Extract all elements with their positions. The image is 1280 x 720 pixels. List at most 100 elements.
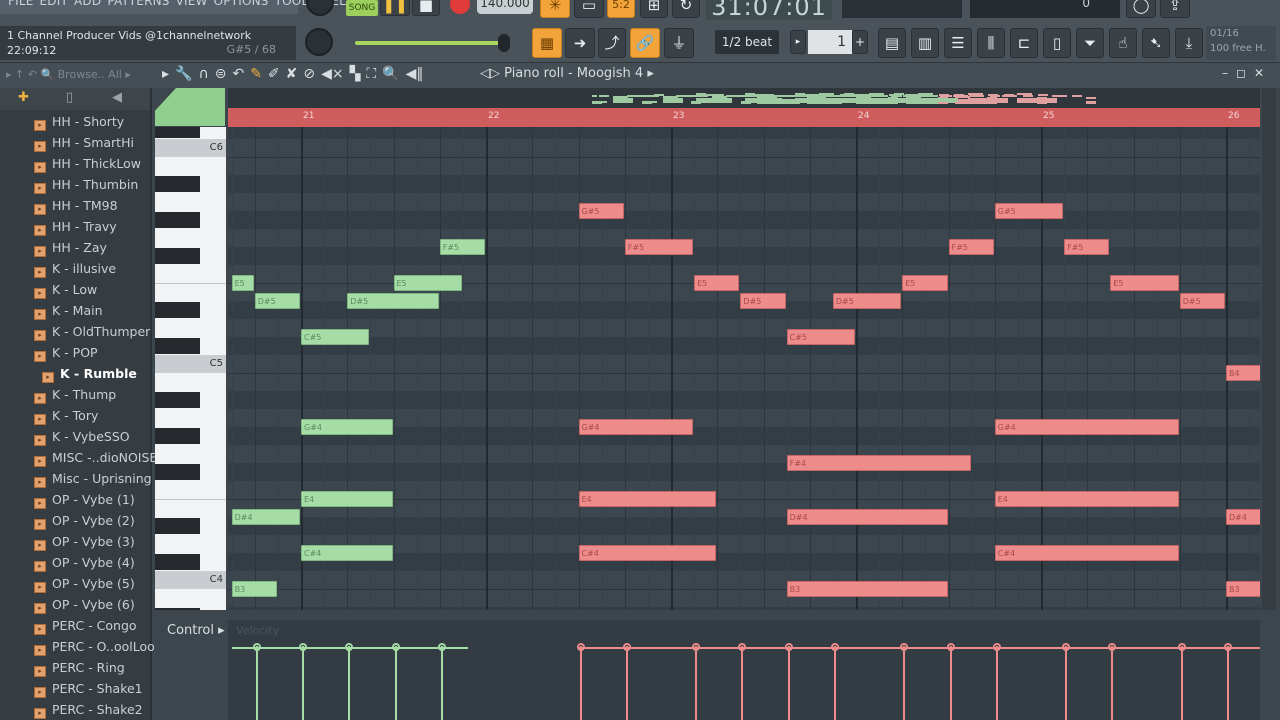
piano-roll-corner[interactable] bbox=[155, 88, 225, 126]
slice-icon[interactable]: ◀× bbox=[321, 66, 344, 82]
velocity-stem[interactable] bbox=[949, 646, 952, 720]
browser-item[interactable]: ▸ K - Main bbox=[34, 300, 103, 321]
menu-arrow-icon[interactable]: ▸ bbox=[162, 66, 169, 82]
touch-icon[interactable]: ☝ bbox=[1109, 28, 1137, 58]
note[interactable]: D#4 bbox=[231, 509, 300, 525]
browser-item[interactable]: ▸ K - illusive bbox=[34, 258, 116, 279]
black-key[interactable] bbox=[155, 338, 200, 354]
undo-icon[interactable]: ↶ bbox=[232, 66, 244, 82]
timeline-ruler[interactable]: 21 22 23 24 25 26 bbox=[228, 108, 1260, 127]
note[interactable]: C#5 bbox=[786, 329, 855, 345]
note[interactable]: C#4 bbox=[578, 545, 717, 561]
browser-item[interactable]: ▸ PERC - Congo bbox=[34, 615, 137, 636]
note[interactable]: E5 bbox=[1110, 275, 1179, 291]
browser-item[interactable]: ▸ OP - Vybe (4) bbox=[34, 552, 135, 573]
velocity-stem[interactable] bbox=[394, 646, 397, 720]
piano-roll-mode-icon[interactable]: ▦ bbox=[532, 28, 562, 58]
menu-edit[interactable]: EDIT bbox=[40, 0, 69, 8]
browser-item[interactable]: ▸ PERC - Ring bbox=[34, 657, 125, 678]
paint-icon[interactable]: ✐ bbox=[268, 66, 280, 82]
note[interactable]: E5 bbox=[694, 275, 740, 291]
velocity-stem[interactable] bbox=[625, 646, 628, 720]
velocity-stem[interactable] bbox=[255, 646, 258, 720]
zoom-region-icon[interactable]: ⛶ bbox=[366, 66, 376, 82]
black-key[interactable] bbox=[155, 464, 200, 480]
wait-input-icon[interactable]: ▭ bbox=[574, 0, 604, 18]
c-key[interactable]: C6 bbox=[155, 139, 226, 157]
browser-item[interactable]: ▸ OP - Vybe (3) bbox=[34, 531, 135, 552]
project-icon[interactable]: ▯ bbox=[1043, 28, 1071, 58]
menu-options[interactable]: OPTIONS bbox=[214, 0, 269, 8]
vertical-scrollbar[interactable] bbox=[1262, 88, 1276, 610]
browser-item[interactable]: ▸ K - Low bbox=[34, 279, 97, 300]
note[interactable]: F#4 bbox=[786, 455, 971, 471]
note[interactable]: F#5 bbox=[1064, 239, 1110, 255]
pattern-step-display[interactable]: 5:2 bbox=[607, 0, 635, 18]
menu-file[interactable]: FILE bbox=[8, 0, 34, 8]
news-icon[interactable]: ⇪ bbox=[1160, 0, 1190, 18]
pattern-number[interactable]: 1 bbox=[808, 30, 852, 54]
browser-item[interactable]: ▸ HH - Zay bbox=[34, 237, 107, 258]
note[interactable]: C#5 bbox=[301, 329, 370, 345]
velocity-stem[interactable] bbox=[1180, 646, 1183, 720]
browser-filter[interactable]: Browse.. All bbox=[58, 68, 122, 81]
velocity-stem[interactable] bbox=[833, 646, 836, 720]
zoom-icon[interactable]: 🔍 bbox=[382, 66, 399, 82]
note[interactable]: E5 bbox=[902, 275, 948, 291]
browser-plugin-icon[interactable]: ◀ bbox=[112, 90, 122, 105]
note[interactable]: G#4 bbox=[301, 419, 393, 435]
browser-item[interactable]: ▸ OP - Vybe (2) bbox=[34, 510, 135, 531]
black-key[interactable] bbox=[155, 608, 200, 610]
black-key[interactable] bbox=[155, 302, 200, 318]
browser-item[interactable]: ▸ K - Tory bbox=[34, 405, 98, 426]
note[interactable]: D#5 bbox=[254, 293, 300, 309]
note[interactable]: F#5 bbox=[948, 239, 994, 255]
menu-view[interactable]: VIEW bbox=[176, 0, 208, 8]
wrench-icon[interactable]: 🔧 bbox=[175, 66, 192, 82]
note[interactable]: D#4 bbox=[1226, 509, 1260, 525]
pencil-icon[interactable]: ✎ bbox=[250, 66, 262, 82]
note[interactable]: B3 bbox=[231, 581, 277, 597]
velocity-stem[interactable] bbox=[1111, 646, 1114, 720]
menu-add[interactable]: ADD bbox=[74, 0, 101, 8]
browser-item[interactable]: ▸ HH - Travy bbox=[34, 216, 117, 237]
note[interactable]: F#5 bbox=[624, 239, 694, 255]
velocity-stem[interactable] bbox=[995, 646, 998, 720]
note[interactable]: C#4 bbox=[994, 545, 1179, 561]
note[interactable]: D#4 bbox=[786, 509, 948, 525]
note[interactable]: B3 bbox=[786, 581, 948, 597]
play-button[interactable]: ❚❚ bbox=[380, 0, 410, 16]
c-key[interactable]: C5 bbox=[155, 355, 226, 373]
black-key[interactable] bbox=[155, 428, 200, 444]
note[interactable]: B4 bbox=[1226, 365, 1260, 381]
news-panel[interactable]: 01/16 100 free H. bbox=[1206, 26, 1276, 60]
maximize-icon[interactable]: ◻ bbox=[1236, 66, 1254, 80]
note[interactable]: D#5 bbox=[832, 293, 902, 309]
note[interactable]: E4 bbox=[301, 491, 393, 507]
note[interactable]: G#4 bbox=[578, 419, 694, 435]
note[interactable]: C#4 bbox=[301, 545, 393, 561]
velocity-stem[interactable] bbox=[695, 646, 698, 720]
browser-icon[interactable]: ⊏ bbox=[1010, 28, 1038, 58]
pattern-prev-icon[interactable]: ▸ bbox=[790, 30, 806, 54]
channel-rack-icon[interactable]: ☰ bbox=[944, 28, 972, 58]
velocity-stem[interactable] bbox=[903, 646, 906, 720]
song-time-display[interactable]: 31:07:01 bbox=[706, 0, 832, 21]
velocity-stem[interactable] bbox=[787, 646, 790, 720]
typing-keyboard-icon[interactable]: ⊞ bbox=[640, 0, 668, 18]
browser-file-icon[interactable]: ▯ bbox=[66, 90, 73, 105]
note[interactable]: G#4 bbox=[994, 419, 1179, 435]
note[interactable]: F#5 bbox=[439, 239, 485, 255]
velocity-stem[interactable] bbox=[579, 646, 582, 720]
tempo-tapper-icon[interactable]: ⏚ bbox=[664, 28, 694, 58]
velocity-stem[interactable] bbox=[440, 646, 443, 720]
note[interactable]: D#5 bbox=[740, 293, 786, 309]
note[interactable]: E4 bbox=[578, 491, 717, 507]
browser-item[interactable]: ▸ Misc - Uprisning bbox=[34, 468, 152, 489]
close-icon[interactable]: ✕ bbox=[1254, 66, 1272, 80]
browser-item[interactable]: ▸ PERC - Shake1 bbox=[34, 678, 143, 699]
note[interactable]: B3 bbox=[1226, 581, 1260, 597]
master-volume-slider[interactable] bbox=[355, 41, 505, 45]
playlist-icon[interactable]: ▤ bbox=[878, 28, 906, 58]
control-selector[interactable]: Control ▸ bbox=[167, 623, 225, 638]
